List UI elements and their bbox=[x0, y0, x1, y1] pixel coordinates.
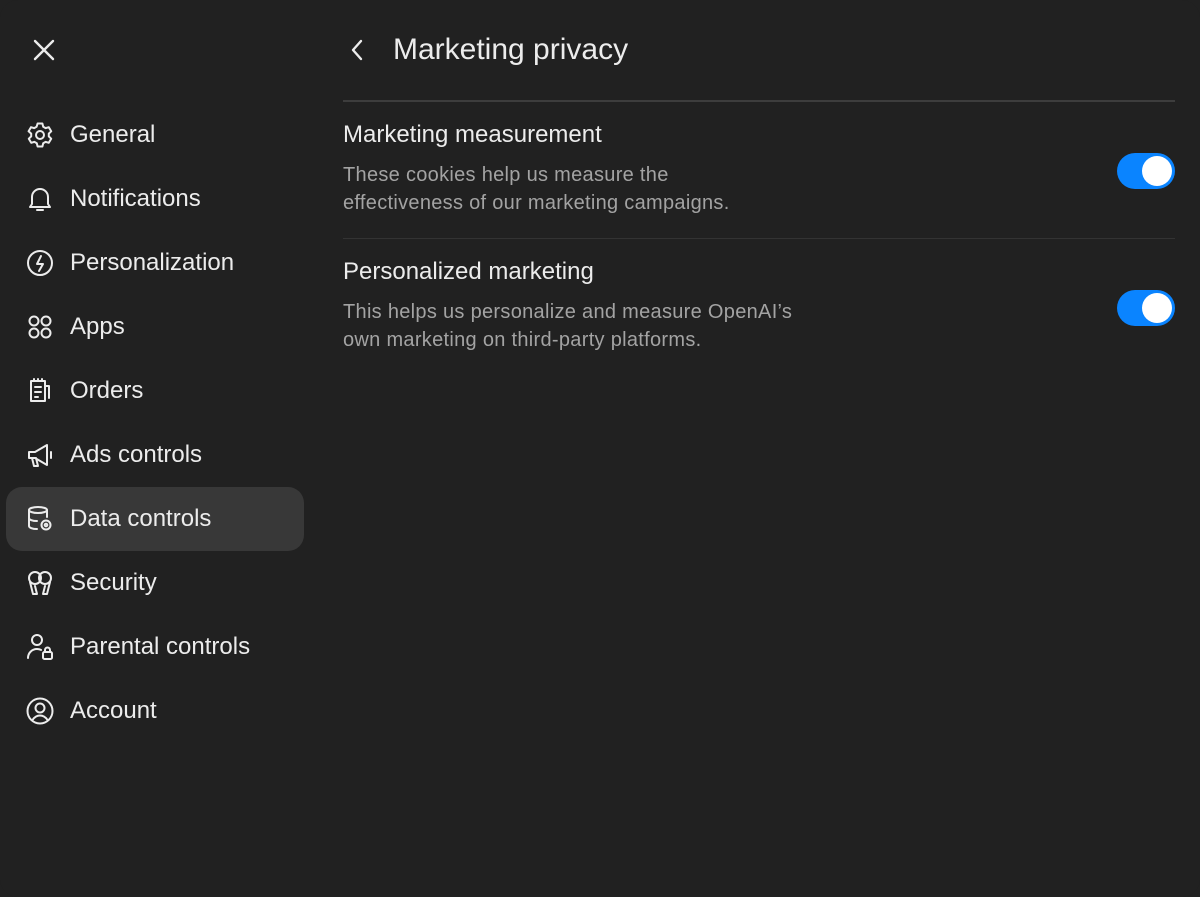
sidebar-item-data-controls[interactable]: Data controls bbox=[6, 487, 304, 551]
sidebar-item-general[interactable]: General bbox=[6, 103, 304, 167]
sidebar-item-ads-controls[interactable]: Ads controls bbox=[6, 423, 304, 487]
page-title: Marketing privacy bbox=[393, 33, 629, 66]
sidebar-item-apps[interactable]: Apps bbox=[6, 295, 304, 359]
sidebar-item-label: Parental controls bbox=[70, 633, 251, 660]
setting-description-line: own marketing on third-party platforms. bbox=[343, 329, 702, 351]
sidebar-item-parental-controls[interactable]: Parental controls bbox=[6, 615, 304, 679]
security-icon bbox=[24, 567, 56, 599]
sidebar-item-orders[interactable]: Orders bbox=[6, 359, 304, 423]
account-icon bbox=[24, 695, 56, 727]
setting-title: Marketing measurement bbox=[343, 121, 602, 148]
settings-list: Marketing measurement These cookies help… bbox=[343, 102, 1175, 376]
settings-sidebar: General Notifications Personalization Ap… bbox=[6, 103, 304, 743]
sidebar-item-account[interactable]: Account bbox=[6, 679, 304, 743]
gear-icon bbox=[24, 119, 56, 151]
sidebar-item-personalization[interactable]: Personalization bbox=[6, 231, 304, 295]
back-button[interactable] bbox=[343, 30, 371, 70]
sidebar-item-label: Ads controls bbox=[70, 441, 203, 468]
setting-description: These cookies help us measure the effect… bbox=[343, 161, 863, 217]
setting-description: This helps us personalize and measure Op… bbox=[343, 298, 863, 354]
sidebar-item-label: Orders bbox=[70, 377, 144, 404]
bell-icon bbox=[24, 183, 56, 215]
sidebar-item-label: General bbox=[70, 121, 156, 148]
setting-row-personalized-marketing: Personalized marketing This helps us per… bbox=[343, 239, 1175, 376]
sidebar-item-notifications[interactable]: Notifications bbox=[6, 167, 304, 231]
megaphone-icon bbox=[24, 439, 56, 471]
page-header: Marketing privacy bbox=[343, 22, 628, 78]
receipt-icon bbox=[24, 375, 56, 407]
settings-window: General Notifications Personalization Ap… bbox=[0, 0, 1200, 897]
database-gear-icon bbox=[24, 503, 56, 535]
apps-grid-icon bbox=[24, 311, 56, 343]
marketing-measurement-toggle[interactable] bbox=[1117, 153, 1175, 189]
close-icon bbox=[32, 38, 56, 62]
setting-title: Personalized marketing bbox=[343, 258, 594, 285]
toggle-knob bbox=[1142, 293, 1172, 323]
setting-row-marketing-measurement: Marketing measurement These cookies help… bbox=[343, 102, 1175, 239]
sidebar-item-security[interactable]: Security bbox=[6, 551, 304, 615]
sidebar-item-label: Account bbox=[70, 697, 157, 724]
close-button[interactable] bbox=[24, 30, 64, 70]
personalization-icon bbox=[24, 247, 56, 279]
chevron-left-icon bbox=[350, 39, 364, 61]
personalized-marketing-toggle[interactable] bbox=[1117, 290, 1175, 326]
sidebar-item-label: Notifications bbox=[70, 185, 201, 212]
setting-description-line: effectiveness of our marketing campaigns… bbox=[343, 192, 730, 214]
setting-description-line: This helps us personalize and measure Op… bbox=[343, 301, 793, 323]
sidebar-item-label: Security bbox=[70, 569, 157, 596]
sidebar-item-label: Apps bbox=[70, 313, 125, 340]
toggle-knob bbox=[1142, 156, 1172, 186]
parent-lock-icon bbox=[24, 631, 56, 663]
setting-description-line: These cookies help us measure the bbox=[343, 164, 669, 186]
sidebar-item-label: Personalization bbox=[70, 249, 235, 276]
sidebar-item-label: Data controls bbox=[70, 505, 212, 532]
